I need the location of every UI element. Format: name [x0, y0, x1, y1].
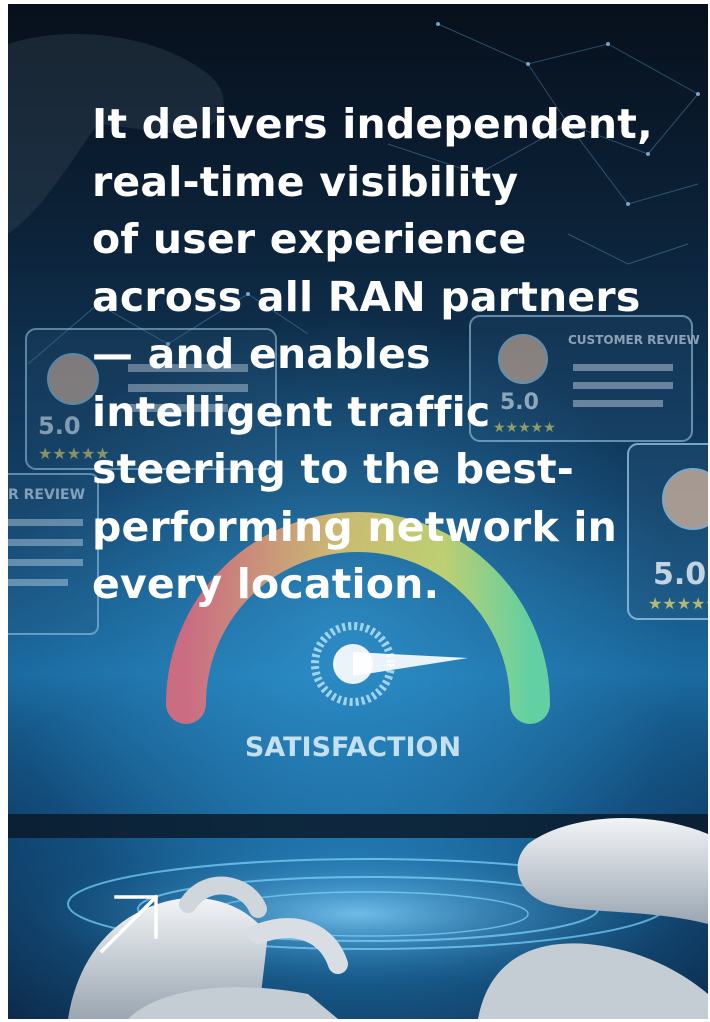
headline-line: every location. [92, 560, 440, 608]
arrow-up-right-icon[interactable] [98, 893, 160, 955]
headline-line: performing network in [92, 502, 618, 551]
promo-card: 5.0 ★★★★★ R REVIEW CUSTOMER REVIEW 5.0 ★… [8, 4, 708, 1019]
headline-line: of user experience [92, 215, 527, 263]
headline-line: real-time visibility [92, 157, 519, 206]
svg-text:5.0: 5.0 [38, 412, 81, 440]
svg-text:R REVIEW: R REVIEW [8, 487, 85, 503]
svg-text:SATISFACTION: SATISFACTION [245, 732, 461, 763]
headline-line: steering to the best- [92, 445, 574, 493]
headline-line: — and enables [92, 330, 431, 378]
headline-line: across all RAN partners [92, 272, 641, 321]
headline: It delivers independent, real-time visib… [92, 96, 672, 614]
headline-line: It delivers independent, [92, 100, 653, 148]
review-card-far-left: R REVIEW [8, 473, 99, 635]
headline-line: intelligent traffic [92, 387, 491, 436]
